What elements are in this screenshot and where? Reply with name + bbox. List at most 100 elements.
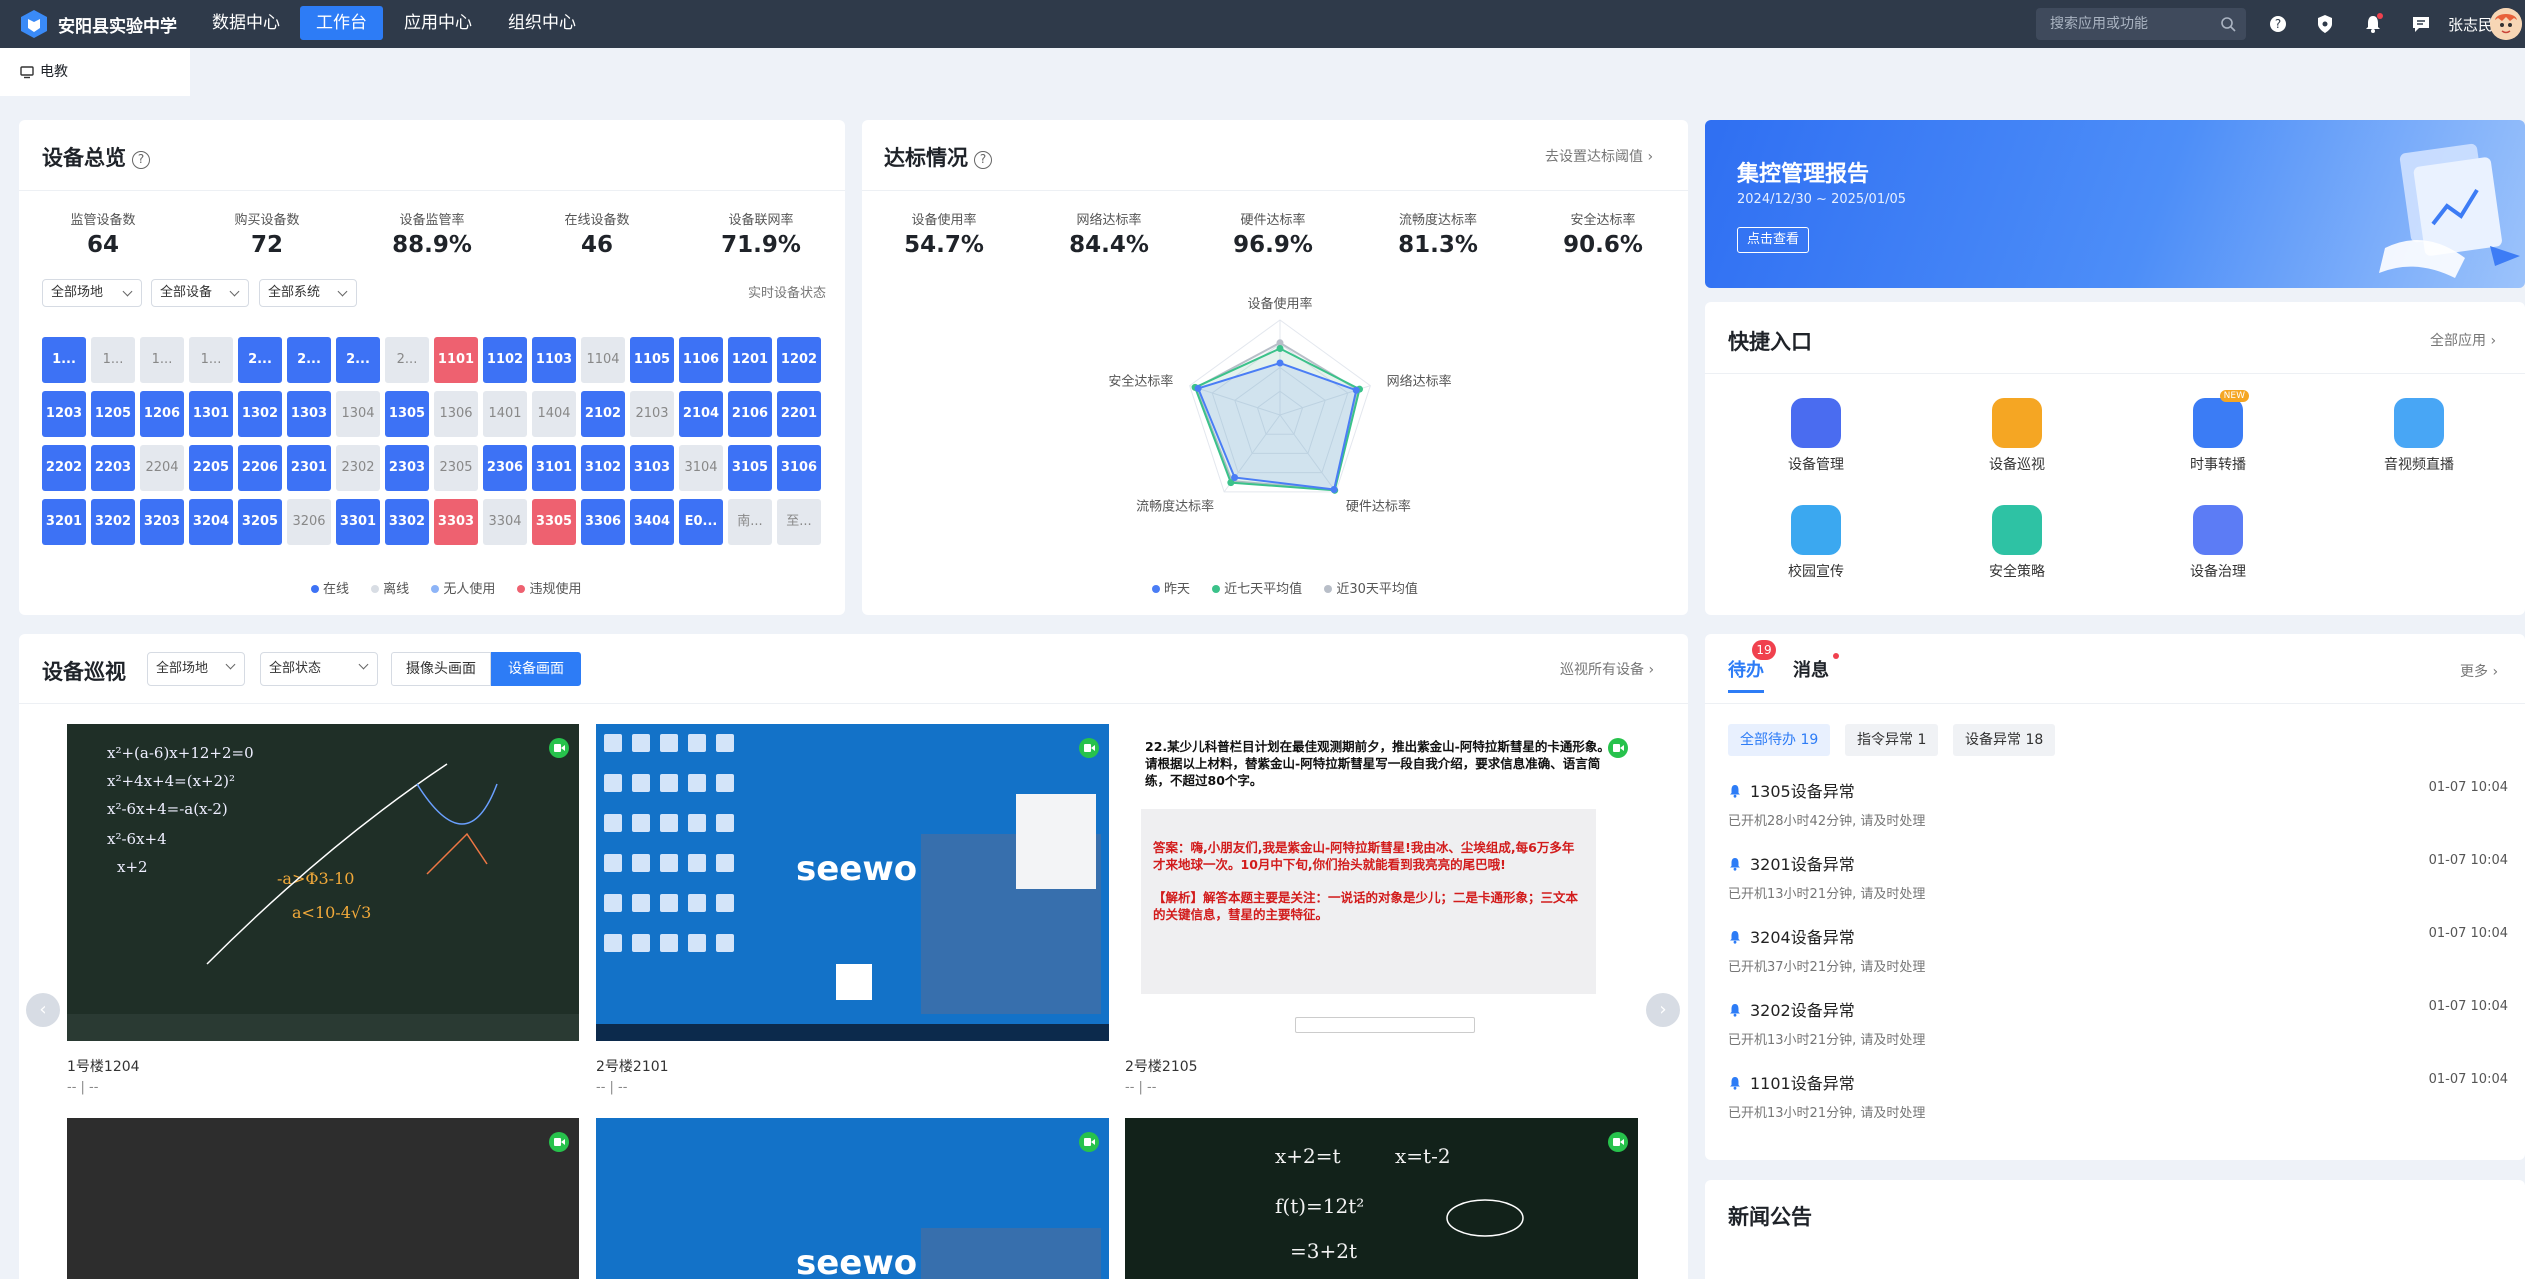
report-view-button[interactable]: 点击查看 xyxy=(1737,227,1809,253)
device-cell[interactable]: 1306 xyxy=(434,391,478,437)
device-cell[interactable]: 1301 xyxy=(189,391,233,437)
device-cell[interactable]: 3303 xyxy=(434,499,478,545)
help-circle-icon[interactable]: ? xyxy=(132,151,150,169)
device-cell[interactable]: 1105 xyxy=(630,337,674,383)
device-cell[interactable]: 2203 xyxy=(91,445,135,491)
message-tab[interactable]: 消息 xyxy=(1793,656,1829,682)
device-cell[interactable]: 2... xyxy=(385,337,429,383)
screen-thumbnail-row2-1[interactable] xyxy=(67,1118,579,1279)
device-cell[interactable]: 1206 xyxy=(140,391,184,437)
device-cell[interactable]: 3202 xyxy=(91,499,135,545)
device-cell[interactable]: 2303 xyxy=(385,445,429,491)
screen-thumbnail-row2-2[interactable]: seewo xyxy=(596,1118,1109,1279)
device-cell[interactable]: 2301 xyxy=(287,445,331,491)
todo-item[interactable]: 3201设备异常 01-07 10:04 已开机13小时21分钟, 请及时处理 xyxy=(1728,851,2508,902)
nav-data-center[interactable]: 数据中心 xyxy=(196,6,296,40)
device-cell[interactable]: 1104 xyxy=(581,337,625,383)
screen-thumbnail-row2-3[interactable]: x+2=t x=t-2 f(t)=12t² =3+2t xyxy=(1125,1118,1638,1279)
device-cell[interactable]: 1201 xyxy=(728,337,772,383)
device-cell[interactable]: 1... xyxy=(42,337,86,383)
search-input[interactable]: 搜索应用或功能 xyxy=(2036,8,2246,40)
device-cell[interactable]: 3205 xyxy=(238,499,282,545)
device-cell[interactable]: 2... xyxy=(287,337,331,383)
device-cell[interactable]: 1102 xyxy=(483,337,527,383)
device-cell[interactable]: 1205 xyxy=(91,391,135,437)
device-cell[interactable]: 2104 xyxy=(679,391,723,437)
device-cell[interactable]: 3306 xyxy=(581,499,625,545)
device-cell[interactable]: 2305 xyxy=(434,445,478,491)
device-cell[interactable]: 2302 xyxy=(336,445,380,491)
nav-org-center[interactable]: 组织中心 xyxy=(492,6,592,40)
device-view-button[interactable]: 设备画面 xyxy=(491,652,581,686)
patrol-all-link[interactable]: 巡视所有设备 › xyxy=(1560,659,1654,679)
chip-command-error[interactable]: 指令异常 1 xyxy=(1845,724,1939,756)
device-cell[interactable]: 1106 xyxy=(679,337,723,383)
device-cell[interactable]: 1... xyxy=(140,337,184,383)
camera-view-button[interactable]: 摄像头画面 xyxy=(391,652,491,686)
quick-campus-promo[interactable]: 校园宣传 xyxy=(1756,505,1876,581)
filter-system-select[interactable]: 全部系统 xyxy=(259,279,357,307)
device-cell[interactable]: 1202 xyxy=(777,337,821,383)
device-cell[interactable]: 2202 xyxy=(42,445,86,491)
device-cell[interactable]: 1... xyxy=(189,337,233,383)
tab-dianjiao[interactable]: 电教 xyxy=(0,48,190,96)
device-cell[interactable]: 1401 xyxy=(483,391,527,437)
quick-device-management[interactable]: 设备管理 xyxy=(1756,398,1876,474)
carousel-next-button[interactable]: › xyxy=(1646,993,1680,1027)
device-cell[interactable]: 2... xyxy=(238,337,282,383)
device-cell[interactable]: 3204 xyxy=(189,499,233,545)
quick-device-patrol[interactable]: 设备巡视 xyxy=(1957,398,2077,474)
control-report-banner[interactable]: 集控管理报告 2024/12/30 ~ 2025/01/05 点击查看 xyxy=(1705,120,2525,288)
device-cell[interactable]: 3305 xyxy=(532,499,576,545)
device-cell[interactable]: 2106 xyxy=(728,391,772,437)
user-avatar[interactable] xyxy=(2490,8,2522,40)
device-cell[interactable]: 1303 xyxy=(287,391,331,437)
all-apps-link[interactable]: 全部应用 › xyxy=(2430,330,2496,350)
device-cell[interactable]: 3304 xyxy=(483,499,527,545)
device-cell[interactable]: 1302 xyxy=(238,391,282,437)
patrol-site-select[interactable]: 全部场地 xyxy=(147,652,245,686)
device-cell[interactable]: 3106 xyxy=(777,445,821,491)
device-cell[interactable]: 2... xyxy=(336,337,380,383)
device-cell[interactable]: 2201 xyxy=(777,391,821,437)
chip-device-error[interactable]: 设备异常 18 xyxy=(1953,724,2056,756)
device-cell[interactable]: E0... xyxy=(679,499,723,545)
device-cell[interactable]: 1404 xyxy=(532,391,576,437)
patrol-status-select[interactable]: 全部状态 xyxy=(260,652,378,686)
help-circle-icon[interactable]: ? xyxy=(974,151,992,169)
device-cell[interactable]: 3302 xyxy=(385,499,429,545)
device-cell[interactable]: 2205 xyxy=(189,445,233,491)
school-name[interactable]: 安阳县实验中学 xyxy=(58,12,177,37)
carousel-prev-button[interactable]: ‹ xyxy=(26,993,60,1027)
todo-tab[interactable]: 待办 xyxy=(1728,656,1764,682)
user-name[interactable]: 张志民 xyxy=(2448,14,2493,35)
screen-thumbnail-2101[interactable]: seewo xyxy=(596,724,1109,1041)
device-cell[interactable]: 1304 xyxy=(336,391,380,437)
nav-workbench[interactable]: 工作台 xyxy=(300,6,383,40)
quick-security-policy[interactable]: 安全策略 xyxy=(1957,505,2077,581)
device-cell[interactable]: 3105 xyxy=(728,445,772,491)
device-cell[interactable]: 3206 xyxy=(287,499,331,545)
todo-item[interactable]: 1305设备异常 01-07 10:04 已开机28小时42分钟, 请及时处理 xyxy=(1728,778,2508,829)
quick-device-governance[interactable]: 设备治理 xyxy=(2158,505,2278,581)
device-cell[interactable]: 3103 xyxy=(630,445,674,491)
device-cell[interactable]: 2306 xyxy=(483,445,527,491)
device-cell[interactable]: 2206 xyxy=(238,445,282,491)
todo-item[interactable]: 3202设备异常 01-07 10:04 已开机13小时21分钟, 请及时处理 xyxy=(1728,997,2508,1048)
shield-icon[interactable] xyxy=(2314,13,2336,35)
help-icon[interactable]: ? xyxy=(2267,13,2289,35)
notification-bell-icon[interactable] xyxy=(2362,13,2384,35)
quick-live-stream[interactable]: 音视频直播 xyxy=(2359,398,2479,474)
device-cell[interactable]: 3404 xyxy=(630,499,674,545)
device-cell[interactable]: 2102 xyxy=(581,391,625,437)
device-cell[interactable]: 1... xyxy=(91,337,135,383)
device-cell[interactable]: 3201 xyxy=(42,499,86,545)
filter-site-select[interactable]: 全部场地 xyxy=(42,279,142,307)
screen-thumbnail-2105[interactable]: 22.某少儿科普栏目计划在最佳观测期前夕，推出紫金山-阿特拉斯彗星的卡通形象。请… xyxy=(1125,724,1638,1041)
device-cell[interactable]: 至... xyxy=(777,499,821,545)
todo-more-link[interactable]: 更多 › xyxy=(2460,661,2498,681)
todo-item[interactable]: 3204设备异常 01-07 10:04 已开机37小时21分钟, 请及时处理 xyxy=(1728,924,2508,975)
device-cell[interactable]: 2204 xyxy=(140,445,184,491)
screen-thumbnail-1204[interactable]: x²+(a-6)x+12+2=0 x²+4x+4=(x+2)² x²-6x+4=… xyxy=(67,724,579,1041)
todo-item[interactable]: 1101设备异常 01-07 10:04 已开机13小时21分钟, 请及时处理 xyxy=(1728,1070,2508,1121)
